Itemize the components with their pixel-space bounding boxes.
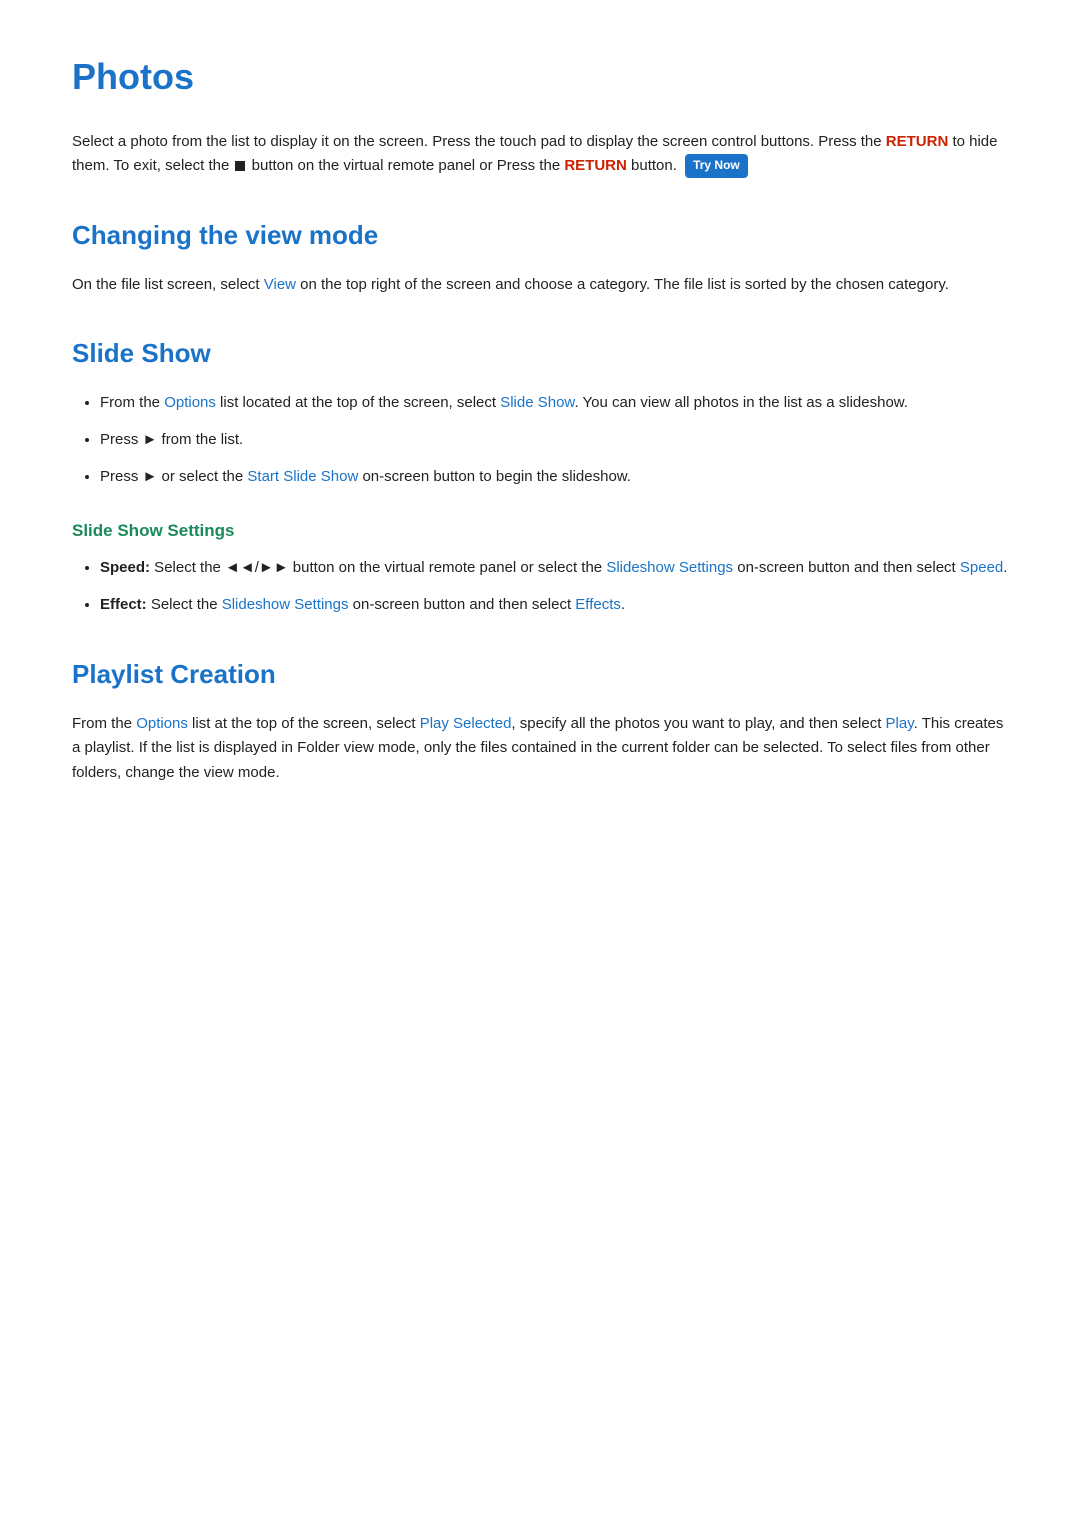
ss-bullet3-pre: Press ► or select the [100,468,247,485]
speed-mid1: on-screen button and then select [733,559,960,576]
play-selected-link[interactable]: Play Selected [420,715,512,732]
effect-post: . [621,596,625,613]
options-link-2[interactable]: Options [136,715,188,732]
ss-bullet1-pre: From the [100,394,164,411]
slide-show-bullet-2: Press ► from the list. [100,428,1008,453]
playlist-creation-body: From the Options list at the top of the … [72,712,1008,786]
effect-mid1: on-screen button and then select [348,596,575,613]
intro-text-mid2: button on the virtual remote panel or Pr… [247,157,564,174]
section-changing-view-mode: Changing the view mode On the file list … [72,215,1008,297]
section-playlist-creation: Playlist Creation From the Options list … [72,654,1008,786]
subsection-slide-show-settings: Slide Show Settings Speed: Select the ◄◄… [72,517,1008,618]
slide-show-list: From the Options list located at the top… [100,391,1008,489]
speed-label: Speed: [100,559,150,576]
playlist-pre: From the [72,715,136,732]
ss-bullet1-post: . You can view all photos in the list as… [574,394,908,411]
try-now-badge[interactable]: Try Now [685,154,748,178]
ss-bullet3-mid1: on-screen button to begin the slideshow. [358,468,631,485]
stop-icon [235,161,245,171]
ss-bullet2-text: Press ► from the list. [100,431,243,448]
view-link[interactable]: View [264,276,296,293]
settings-bullet-effect: Effect: Select the Slideshow Settings on… [100,593,1008,618]
slideshow-settings-link-2[interactable]: Slideshow Settings [222,596,349,613]
return-link-2: RETURN [564,157,627,174]
intro-text-end: button. [627,157,677,174]
changing-view-mode-pre: On the file list screen, select [72,276,264,293]
slideshow-settings-link-1[interactable]: Slideshow Settings [606,559,733,576]
play-link[interactable]: Play [886,715,914,732]
changing-view-mode-body: On the file list screen, select View on … [72,273,1008,298]
speed-post: . [1003,559,1007,576]
intro-text-before: Select a photo from the list to display … [72,133,886,150]
slide-show-link-1[interactable]: Slide Show [500,394,574,411]
options-link-1[interactable]: Options [164,394,216,411]
ss-bullet1-mid1: list located at the top of the screen, s… [216,394,500,411]
return-link-1: RETURN [886,133,949,150]
section-title-slide-show: Slide Show [72,333,1008,375]
section-slide-show: Slide Show From the Options list located… [72,333,1008,618]
playlist-mid2: , specify all the photos you want to pla… [511,715,885,732]
slide-show-settings-list: Speed: Select the ◄◄/►► button on the vi… [100,556,1008,618]
changing-view-mode-post: on the top right of the screen and choos… [296,276,949,293]
start-slide-show-link[interactable]: Start Slide Show [247,468,358,485]
speed-link[interactable]: Speed [960,559,1003,576]
section-title-playlist-creation: Playlist Creation [72,654,1008,696]
effect-pre: Select the [147,596,222,613]
page-title: Photos [72,48,1008,106]
intro-paragraph: Select a photo from the list to display … [72,130,1008,180]
slide-show-bullet-3: Press ► or select the Start Slide Show o… [100,465,1008,490]
speed-pre: Select the ◄◄/►► button on the virtual r… [150,559,606,576]
slide-show-bullet-1: From the Options list located at the top… [100,391,1008,416]
subsection-title-slide-show-settings: Slide Show Settings [72,517,1008,544]
settings-bullet-speed: Speed: Select the ◄◄/►► button on the vi… [100,556,1008,581]
playlist-mid1: list at the top of the screen, select [188,715,420,732]
effects-link[interactable]: Effects [575,596,621,613]
effect-label: Effect: [100,596,147,613]
section-title-changing-view-mode: Changing the view mode [72,215,1008,257]
